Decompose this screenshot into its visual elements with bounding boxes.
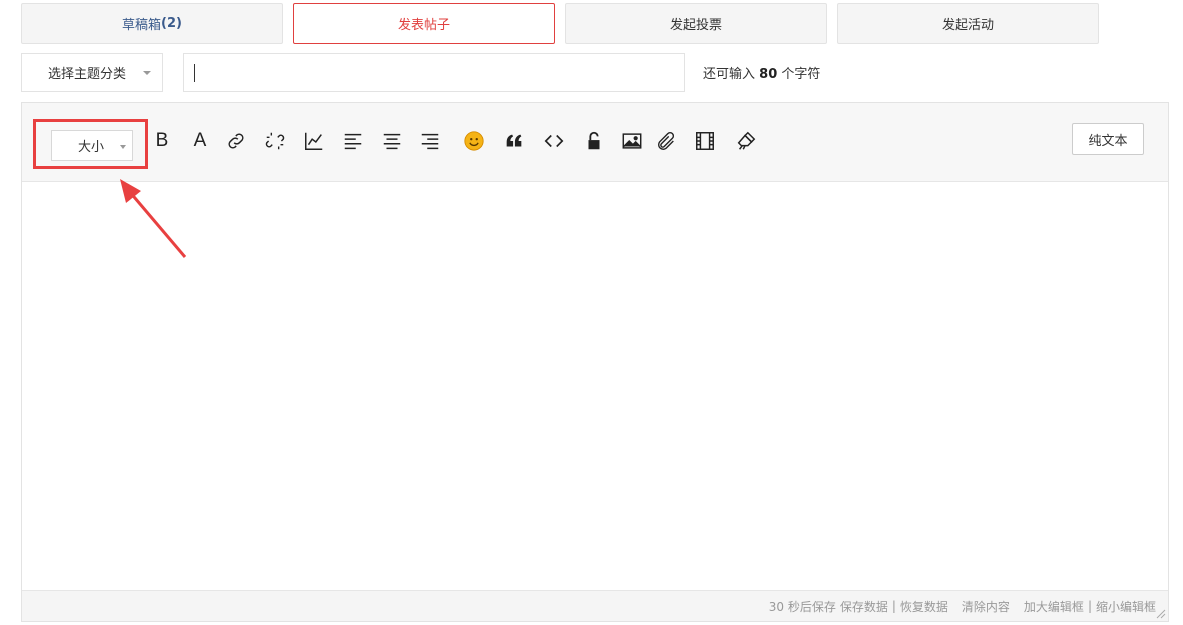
lock-icon[interactable]: [581, 127, 607, 155]
tab-drafts-label: 草稿箱: [122, 18, 162, 33]
resize-handle-icon[interactable]: [1156, 609, 1166, 619]
plain-text-button[interactable]: 纯文本: [1072, 123, 1144, 155]
topic-category-label: 选择主题分类: [48, 67, 127, 82]
title-input[interactable]: [183, 53, 685, 92]
clear-content-link[interactable]: 清除内容: [962, 598, 1010, 615]
post-type-tabs: 草稿箱 (2) 发表帖子 发起投票 发起活动: [21, 3, 1099, 44]
hint-prefix: 还可输入: [703, 67, 756, 82]
shrink-editor-link[interactable]: 缩小编辑框: [1096, 598, 1156, 615]
bold-icon[interactable]: B: [149, 127, 175, 155]
code-icon[interactable]: [541, 127, 567, 155]
link-icon[interactable]: [223, 127, 249, 155]
chevron-down-icon: [120, 145, 126, 149]
enlarge-editor-link[interactable]: 加大编辑框: [1024, 598, 1084, 615]
tab-new-event-label: 发起活动: [941, 18, 994, 33]
footer-separator: |: [1087, 599, 1092, 613]
image-icon[interactable]: [619, 127, 645, 155]
tab-drafts[interactable]: 草稿箱 (2): [21, 3, 283, 44]
video-icon[interactable]: [692, 127, 718, 155]
plain-text-label: 纯文本: [1088, 133, 1128, 149]
footer-separator: |: [891, 599, 896, 613]
font-color-icon[interactable]: A: [187, 127, 213, 155]
highlight-box: 大小: [33, 119, 148, 169]
bold-glyph: B: [155, 130, 169, 151]
rich-text-editor: 大小 B A 纯文本 30 秒后保存 保存数据 | 恢复数据 清除内容 加大编辑…: [21, 102, 1169, 622]
attachment-icon[interactable]: [653, 127, 679, 155]
hint-suffix: 个字符: [781, 67, 821, 82]
font-size-select[interactable]: 大小: [51, 130, 133, 161]
draft-count: (2): [161, 16, 182, 31]
title-row: 选择主题分类 还可输入 80 个字符: [21, 53, 820, 92]
font-size-label: 大小: [78, 140, 105, 155]
tab-new-poll[interactable]: 发起投票: [565, 3, 827, 44]
tab-new-poll-label: 发起投票: [669, 18, 722, 33]
align-center-icon[interactable]: [379, 127, 405, 155]
align-right-icon[interactable]: [417, 127, 443, 155]
editor-content-area[interactable]: [22, 182, 1168, 590]
tab-new-event[interactable]: 发起活动: [837, 3, 1099, 44]
editor-toolbar: 大小 B A 纯文本: [22, 103, 1168, 182]
tab-new-post[interactable]: 发表帖子: [293, 3, 555, 44]
unlink-icon[interactable]: [262, 127, 288, 155]
quote-icon[interactable]: [501, 127, 527, 155]
autosave-countdown: 30 秒后保存: [768, 599, 836, 614]
clear-format-icon[interactable]: [733, 127, 759, 155]
text-cursor: [194, 64, 195, 82]
hint-count: 80: [759, 67, 778, 82]
align-left-icon[interactable]: [340, 127, 366, 155]
tab-new-post-label: 发表帖子: [397, 18, 450, 33]
save-data-link[interactable]: 保存数据: [840, 598, 888, 615]
font-color-glyph: A: [193, 130, 207, 151]
topic-category-select[interactable]: 选择主题分类: [21, 53, 163, 92]
chevron-down-icon: [143, 71, 151, 75]
editor-footer: 30 秒后保存 保存数据 | 恢复数据 清除内容 加大编辑框 | 缩小编辑框: [22, 590, 1168, 621]
emoji-icon[interactable]: [461, 127, 487, 155]
char-count-hint: 还可输入 80 个字符: [703, 63, 820, 82]
restore-data-link[interactable]: 恢复数据: [900, 598, 948, 615]
chart-icon[interactable]: [301, 127, 327, 155]
